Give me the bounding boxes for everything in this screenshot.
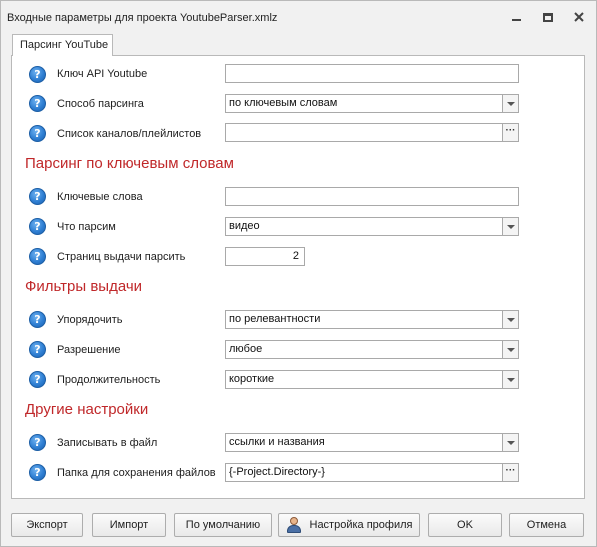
help-icon[interactable]: ? bbox=[29, 188, 46, 205]
browse-button[interactable]: ··· bbox=[502, 124, 518, 141]
ellipsis-icon: ··· bbox=[505, 465, 516, 476]
what-parse-select[interactable]: видео bbox=[225, 217, 519, 236]
api-key-label: Ключ API Youtube bbox=[57, 68, 148, 80]
dropdown-button[interactable] bbox=[502, 371, 518, 388]
what-parse-value: видео bbox=[229, 220, 260, 232]
profile-settings-label: Настройка профиля bbox=[309, 519, 413, 531]
duration-label: Продолжительность bbox=[57, 374, 161, 386]
resolution-label: Разрешение bbox=[57, 344, 121, 356]
write-to-file-value: ссылки и названия bbox=[229, 436, 325, 448]
order-value: по релевантности bbox=[229, 313, 321, 325]
save-folder-input[interactable]: {-Project.Directory-} ··· bbox=[225, 463, 519, 482]
chevron-down-icon bbox=[506, 224, 515, 229]
browse-button[interactable]: ··· bbox=[502, 464, 518, 481]
maximize-icon bbox=[543, 12, 553, 22]
channels-list-label: Список каналов/плейлистов bbox=[57, 128, 202, 140]
order-label: Упорядочить bbox=[57, 314, 123, 326]
dialog-window: Входные параметры для проекта YoutubePar… bbox=[0, 0, 597, 547]
save-folder-value: {-Project.Directory-} bbox=[229, 466, 325, 478]
export-button[interactable]: Экспорт bbox=[11, 513, 83, 537]
what-parse-label: Что парсим bbox=[57, 221, 116, 233]
channels-list-input[interactable]: ··· bbox=[225, 123, 519, 142]
help-icon[interactable]: ? bbox=[29, 434, 46, 451]
help-icon[interactable]: ? bbox=[29, 125, 46, 142]
help-icon[interactable]: ? bbox=[29, 248, 46, 265]
parse-method-select[interactable]: по ключевым словам bbox=[225, 94, 519, 113]
api-key-input[interactable] bbox=[225, 64, 519, 83]
ellipsis-icon: ··· bbox=[505, 125, 516, 136]
save-folder-label: Папка для сохранения файлов bbox=[57, 467, 216, 479]
help-icon[interactable]: ? bbox=[29, 218, 46, 235]
profile-settings-button[interactable]: Настройка профиля bbox=[278, 513, 420, 537]
keywords-label: Ключевые слова bbox=[57, 191, 143, 203]
dropdown-button[interactable] bbox=[502, 311, 518, 328]
duration-select[interactable]: короткие bbox=[225, 370, 519, 389]
pages-label: Страниц выдачи парсить bbox=[57, 251, 186, 263]
help-icon[interactable]: ? bbox=[29, 371, 46, 388]
import-button[interactable]: Импорт bbox=[92, 513, 166, 537]
help-icon[interactable]: ? bbox=[29, 464, 46, 481]
help-icon[interactable]: ? bbox=[29, 311, 46, 328]
chevron-down-icon bbox=[506, 440, 515, 445]
keywords-input[interactable] bbox=[225, 187, 519, 206]
ok-button[interactable]: OK bbox=[428, 513, 502, 537]
resolution-select[interactable]: любое bbox=[225, 340, 519, 359]
help-icon[interactable]: ? bbox=[29, 95, 46, 112]
dropdown-button[interactable] bbox=[502, 341, 518, 358]
dropdown-button[interactable] bbox=[502, 218, 518, 235]
title-bar: Входные параметры для проекта YoutubePar… bbox=[1, 1, 596, 33]
cancel-button[interactable]: Отмена bbox=[509, 513, 584, 537]
minimize-button[interactable] bbox=[508, 10, 524, 24]
defaults-button[interactable]: По умолчанию bbox=[174, 513, 272, 537]
chevron-down-icon bbox=[506, 101, 515, 106]
parse-method-label: Способ парсинга bbox=[57, 98, 144, 110]
resolution-value: любое bbox=[229, 343, 263, 355]
section-title-filters: Фильтры выдачи bbox=[25, 278, 143, 295]
duration-value: короткие bbox=[229, 373, 275, 385]
write-to-file-label: Записывать в файл bbox=[57, 437, 158, 449]
parse-method-value: по ключевым словам bbox=[229, 97, 338, 109]
section-title-other: Другие настройки bbox=[25, 401, 149, 418]
chevron-down-icon bbox=[506, 377, 515, 382]
help-icon[interactable]: ? bbox=[29, 66, 46, 83]
maximize-button[interactable] bbox=[540, 10, 556, 24]
write-to-file-select[interactable]: ссылки и названия bbox=[225, 433, 519, 452]
dropdown-button[interactable] bbox=[502, 95, 518, 112]
dropdown-button[interactable] bbox=[502, 434, 518, 451]
settings-panel: ? Ключ API Youtube ? Способ парсинга по … bbox=[11, 55, 585, 499]
person-icon bbox=[286, 517, 302, 533]
close-button[interactable] bbox=[571, 10, 587, 24]
help-icon[interactable]: ? bbox=[29, 341, 46, 358]
section-title-keywords: Парсинг по ключевым словам bbox=[25, 155, 234, 172]
chevron-down-icon bbox=[506, 317, 515, 322]
pages-input[interactable]: 2 bbox=[225, 247, 305, 266]
window-title: Входные параметры для проекта YoutubePar… bbox=[7, 12, 278, 24]
minimize-icon bbox=[511, 19, 521, 21]
chevron-down-icon bbox=[506, 347, 515, 352]
close-icon bbox=[574, 12, 584, 22]
tab-youtube-parsing[interactable]: Парсинг YouTube bbox=[12, 34, 113, 56]
order-select[interactable]: по релевантности bbox=[225, 310, 519, 329]
